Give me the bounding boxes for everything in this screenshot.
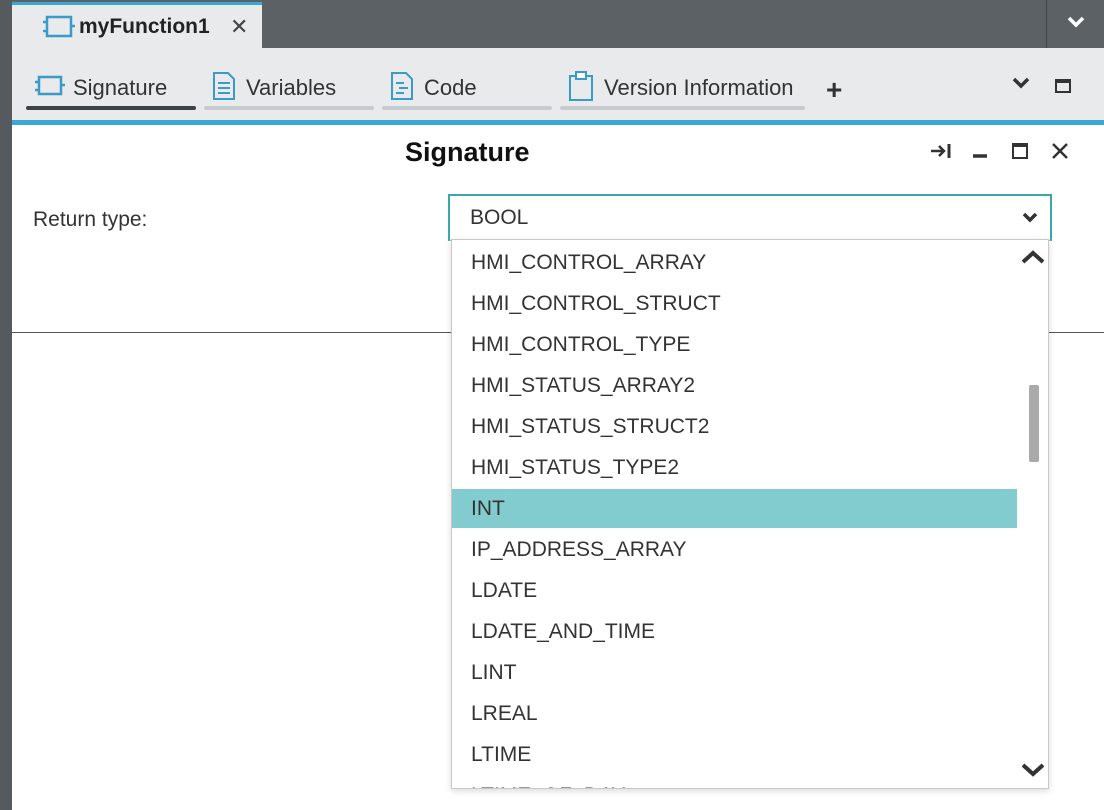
dropdown-option[interactable]: HMI_CONTROL_ARRAY [452,243,1017,282]
tab-indicator [560,106,805,110]
scroll-down-icon[interactable] [1020,763,1046,782]
editor-tab-strip: myFunction1 ✕ [12,0,1104,48]
dropdown-option[interactable]: HMI_STATUS_STRUCT2 [452,407,1017,446]
chevron-down-icon[interactable] [1022,210,1038,228]
panel-title: Signature [405,137,530,167]
close-tab-icon[interactable]: ✕ [230,14,248,40]
return-type-label: Return type: [33,208,148,231]
dropdown-option[interactable]: HMI_STATUS_TYPE2 [452,448,1017,487]
editor-tab-title: myFunction1 [79,14,210,38]
scroll-up-icon[interactable] [1020,250,1046,269]
tab-label: Code [424,75,477,100]
chevron-down-icon [1067,15,1085,33]
panel-controls [930,141,1070,161]
active-tab-indicator [26,106,196,110]
dropdown-option[interactable]: LTIME [452,735,1017,774]
code-document-icon [390,71,414,105]
tab-list-menu-button[interactable] [1046,0,1104,48]
maximize-icon[interactable] [1055,79,1071,93]
dropdown-option[interactable]: HMI_CONTROL_TYPE [452,325,1017,364]
return-type-dropdown-list[interactable]: HMI_CONTROL_ARRAY HMI_CONTROL_STRUCT HMI… [451,239,1049,789]
dropdown-option[interactable]: LDATE_AND_TIME [452,612,1017,651]
dropdown-option[interactable]: LREAL [452,694,1017,733]
tab-version-information[interactable]: Version Information [560,66,805,110]
clipboard-icon [568,70,594,106]
dropdown-option[interactable]: HMI_CONTROL_STRUCT [452,284,1017,323]
add-tab-button[interactable]: + [826,74,842,106]
function-block-icon [34,74,66,103]
dropdown-option-highlighted[interactable]: INT [452,489,1017,528]
pin-icon[interactable] [930,141,951,161]
tab-label: Signature [73,75,168,100]
maximize-icon[interactable] [1010,141,1030,161]
tab-indicator [204,106,374,110]
tab-signature[interactable]: Signature [26,66,196,110]
return-type-select[interactable]: BOOL [448,194,1052,241]
signature-panel: Signature Return type: BOOL HMI_CONTROL_… [12,120,1104,810]
document-list-icon [212,71,236,105]
close-icon[interactable] [1050,141,1070,161]
dropdown-option[interactable]: HMI_STATUS_ARRAY2 [452,366,1017,405]
dropdown-option[interactable]: LTIME_OF_DAY [452,776,1017,788]
subtab-bar: Signature Variables Code Version Informa… [12,48,1104,120]
minimize-icon[interactable] [970,141,990,161]
tab-code[interactable]: Code [382,66,552,110]
tab-label: Variables [246,75,337,100]
function-block-icon [42,14,76,40]
selected-value: BOOL [470,206,529,229]
tab-label: Version Information [604,75,794,100]
editor-tab-myfunction1[interactable]: myFunction1 ✕ [12,2,262,48]
dropdown-option[interactable]: LINT [452,653,1017,692]
scrollbar-thumb[interactable] [1029,385,1039,462]
tab-variables[interactable]: Variables [204,66,374,110]
dropdown-option[interactable]: IP_ADDRESS_ARRAY [452,530,1017,569]
dropdown-option[interactable]: LDATE [452,571,1017,610]
chevron-down-icon[interactable] [1012,76,1030,94]
tab-indicator [382,106,552,110]
